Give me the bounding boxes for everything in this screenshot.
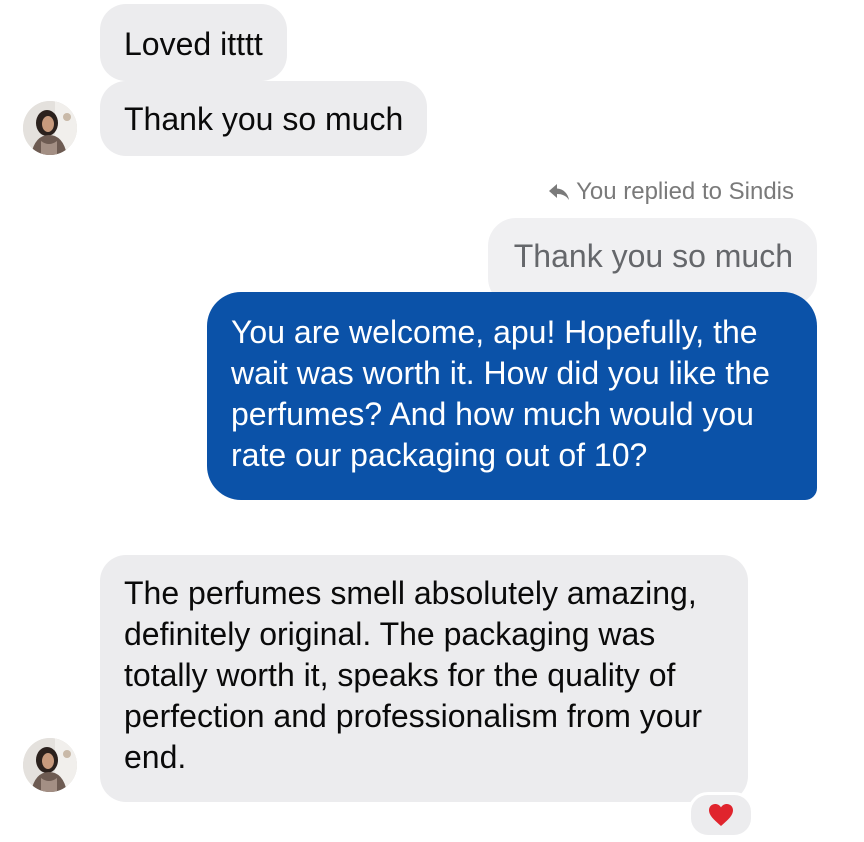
- user-avatar-photo: [23, 738, 77, 792]
- reply-context-text: You replied to Sindis: [576, 178, 794, 205]
- sender-avatar[interactable]: [23, 101, 77, 155]
- user-avatar-photo: [23, 101, 77, 155]
- message-bubble-incoming-3[interactable]: The perfumes smell absolutely amazing, d…: [100, 555, 748, 802]
- heart-icon: [709, 804, 733, 826]
- message-bubble-outgoing[interactable]: You are welcome, apu! Hopefully, the wai…: [207, 292, 817, 500]
- message-reaction[interactable]: [688, 792, 754, 838]
- quoted-message-text: Thank you so much: [513, 238, 793, 274]
- message-text: You are welcome, apu! Hopefully, the wai…: [231, 314, 770, 473]
- message-text: Loved itttt: [124, 26, 263, 62]
- message-text: Thank you so much: [124, 101, 404, 137]
- reply-context-label: You replied to Sindis: [548, 178, 794, 206]
- sender-avatar[interactable]: [23, 738, 77, 792]
- message-bubble-incoming-1[interactable]: Loved itttt: [100, 4, 287, 81]
- message-text: The perfumes smell absolutely amazing, d…: [124, 575, 703, 775]
- reply-arrow-icon: [549, 184, 570, 200]
- message-bubble-incoming-2[interactable]: Thank you so much: [100, 81, 428, 156]
